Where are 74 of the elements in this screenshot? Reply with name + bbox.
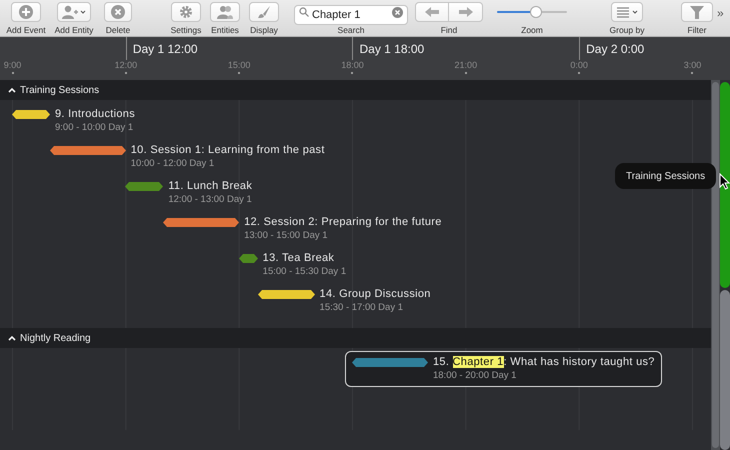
delete-button[interactable] — [104, 2, 132, 22]
toolbar-label: Zoom — [521, 26, 543, 34]
toolbar-label: Add Entity — [54, 26, 94, 34]
group-name: Nightly Reading — [20, 332, 91, 346]
hour-label: 3:00 — [684, 59, 702, 72]
overflow-button[interactable]: » — [717, 4, 724, 22]
event-item[interactable]: 13. Tea Break 15:00 - 15:30 Day 1 — [232, 247, 354, 283]
settings-icon — [179, 5, 193, 19]
add-entity-button[interactable] — [57, 2, 91, 22]
event-title: 13. Tea Break — [262, 251, 336, 265]
toolbar-label: Find — [440, 26, 458, 34]
toolbar-label: Display — [250, 26, 278, 34]
event-time: 13:00 - 15:00 Day 1 — [244, 229, 329, 243]
event-title: 14. Group Discussion — [320, 287, 431, 301]
hour-label: 0:00 — [570, 59, 588, 72]
group-name: Training Sessions — [20, 84, 100, 98]
toolbar-label: Settings — [170, 26, 202, 34]
event-title: 11. Lunch Break — [168, 179, 252, 193]
entities-button[interactable] — [210, 2, 240, 22]
right-arrow-icon — [458, 6, 474, 18]
scrollbar[interactable] — [712, 82, 719, 448]
close-icon — [111, 5, 125, 19]
event-item[interactable]: 11. Lunch Break 12:00 - 13:00 Day 1 — [118, 175, 260, 211]
tooltip: Training Sessions — [615, 163, 716, 189]
add-event-button[interactable] — [11, 2, 41, 22]
day-label: Day 1 12:00 — [126, 37, 198, 60]
event-item[interactable]: 14. Group Discussion 15:30 - 17:00 Day 1 — [250, 283, 438, 319]
event-item[interactable]: 10. Session 1: Learning from the past 10:00 - 12:00 Day 1 — [42, 139, 332, 175]
hour-label: 9:00 — [4, 59, 22, 72]
clear-icon — [392, 6, 403, 18]
event-card[interactable]: 15. Chapter 1: What has history taught us? 18:00 - 20:00 Day 1 — [344, 351, 662, 387]
hour-label: 15:00 — [228, 59, 250, 72]
event-title: 9. Introductions — [55, 107, 136, 121]
group-strip[interactable] — [720, 82, 730, 288]
event-item[interactable]: 9. Introductions 9:00 - 10:00 Day 1 — [5, 103, 142, 139]
hour-label: 21:00 — [454, 59, 478, 72]
search-icon — [299, 7, 309, 17]
day-label: Day 1 18:00 — [352, 37, 424, 60]
toolbar-label: Filter — [688, 26, 706, 34]
add-person-icon — [62, 5, 86, 19]
group-header[interactable]: Nightly Reading — [0, 328, 711, 348]
toolbar-label: Add Event — [6, 26, 46, 34]
toolbar-label: Search — [338, 26, 364, 34]
event-time: 18:00 - 20:00 Day 1 — [432, 369, 518, 383]
event-time: 15:30 - 17:00 Day 1 — [320, 301, 404, 315]
hour-label: 12:00 — [114, 59, 138, 72]
toolbar-label: Delete — [106, 26, 130, 34]
previous-button[interactable] — [415, 2, 449, 22]
toolbar-label: Group by — [610, 26, 644, 34]
group-header[interactable]: Training Sessions — [0, 80, 711, 100]
display-button[interactable] — [249, 2, 279, 22]
day-label: Day 2 0:00 — [579, 37, 644, 60]
event-time: 12:00 - 13:00 Day 1 — [168, 193, 252, 207]
hour-label: 18:00 — [341, 59, 364, 72]
event-time: 9:00 - 10:00 Day 1 — [55, 121, 134, 135]
left-arrow-icon — [424, 6, 440, 18]
event-item[interactable]: 12. Session 2: Preparing for the future 13:00 - 15:00 Day 1 — [156, 211, 449, 247]
brush-icon — [257, 5, 271, 19]
group-by-button[interactable] — [611, 2, 643, 22]
filter-icon — [690, 5, 704, 19]
cursor-icon — [719, 173, 730, 190]
settings-button[interactable] — [171, 2, 201, 22]
toolbar-label: Entities — [211, 26, 239, 34]
event-time: 15:00 - 15:30 Day 1 — [262, 265, 346, 279]
plus-icon — [19, 5, 33, 19]
next-button[interactable] — [449, 2, 483, 22]
people-icon — [217, 5, 233, 19]
event-title: 12. Session 2: Preparing for the future — [244, 215, 442, 229]
filter-button[interactable] — [681, 2, 713, 22]
event-title: 15. Chapter 1: What has history taught us? — [432, 355, 655, 369]
list-icon — [616, 6, 638, 18]
search-field[interactable]: Chapter 1 — [294, 5, 408, 25]
event-time: 10:00 - 12:00 Day 1 — [130, 157, 216, 171]
event-title: 10. Session 1: Learning from the past — [130, 143, 325, 157]
